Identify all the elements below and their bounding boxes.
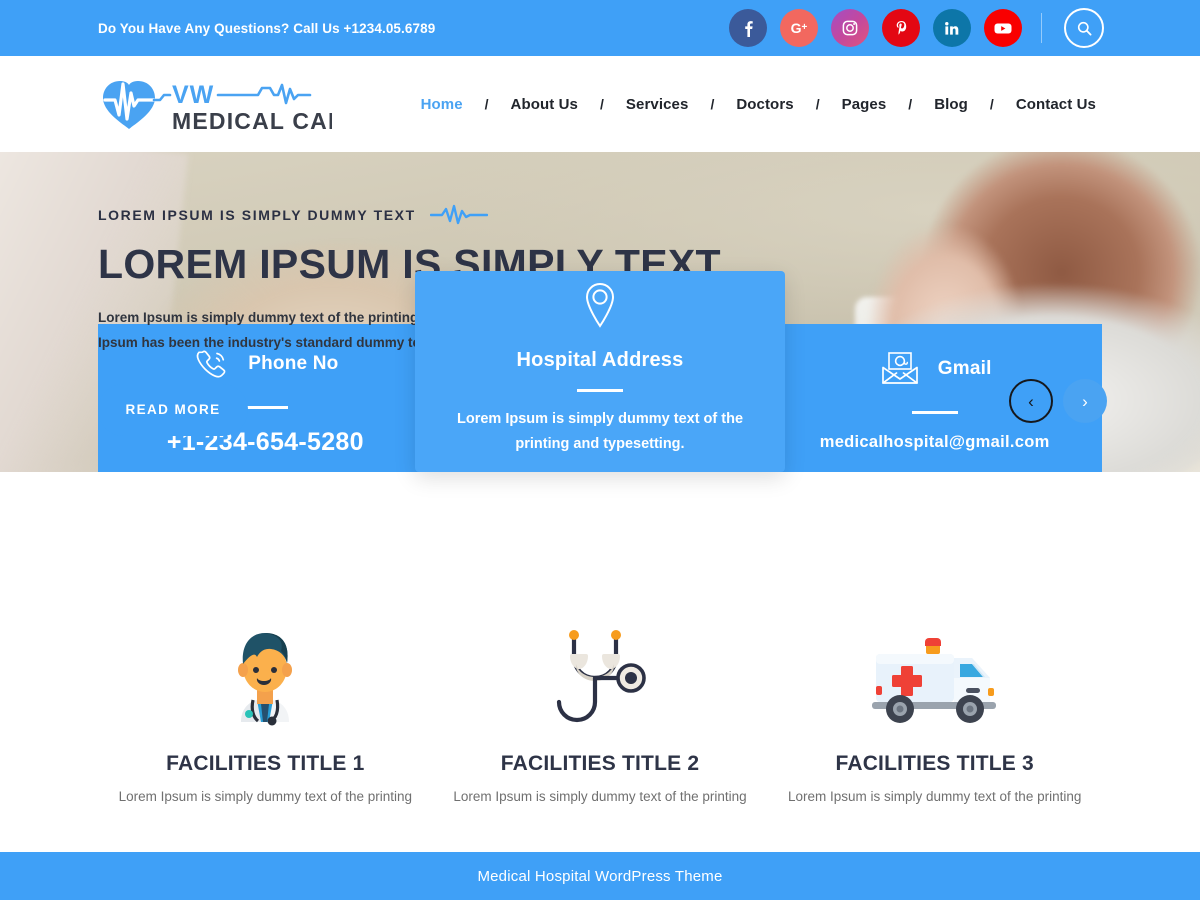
facility-text-2: Lorem Ipsum is simply dummy text of the … <box>453 789 747 804</box>
card-divider <box>577 389 623 393</box>
nav-item-about-us[interactable]: About Us <box>511 96 578 113</box>
nav-separator: / <box>908 96 913 112</box>
carousel-controls: ‹ › <box>1009 379 1107 423</box>
read-more-button[interactable]: READ MORE <box>98 383 248 436</box>
social-divider <box>1041 13 1042 43</box>
footer-text: Medical Hospital WordPress Theme <box>477 867 723 885</box>
nav-separator: / <box>989 96 994 112</box>
site-header: VW MEDICAL CARE Home / About Us / Servic… <box>0 56 1200 152</box>
svg-text:MEDICAL CARE: MEDICAL CARE <box>172 108 332 134</box>
facility-text-3: Lorem Ipsum is simply dummy text of the … <box>788 789 1082 804</box>
nav-item-contact-us[interactable]: Contact Us <box>1016 96 1096 113</box>
hero-subtitle: LOREM IPSUM IS SIMPLY DUMMY TEXT <box>98 207 416 223</box>
address-card[interactable]: Hospital Address Lorem Ipsum is simply d… <box>415 271 785 472</box>
facility-text-1: Lorem Ipsum is simply dummy text of the … <box>118 789 413 804</box>
nav-item-pages[interactable]: Pages <box>842 96 887 113</box>
svg-text:VW: VW <box>172 81 214 109</box>
nav-separator: / <box>484 96 489 112</box>
logo[interactable]: VW MEDICAL CARE <box>98 73 361 135</box>
social-links: G + <box>729 8 1104 48</box>
main-navigation: Home / About Us / Services / Doctors / P… <box>421 96 1096 113</box>
nav-separator: / <box>710 96 715 112</box>
instagram-icon[interactable] <box>831 9 869 47</box>
info-cards-section: Phone No +1-234-654-5280 Gmail medicalho… <box>0 271 1200 672</box>
hero-subtitle-row: LOREM IPSUM IS SIMPLY DUMMY TEXT <box>98 204 1200 226</box>
top-bar: Do You Have Any Questions? Call Us +1234… <box>0 0 1200 56</box>
address-card-value: Lorem Ipsum is simply dummy text of the … <box>456 411 744 452</box>
linkedin-icon[interactable] <box>933 9 971 47</box>
nav-item-blog[interactable]: Blog <box>934 96 968 113</box>
nav-item-home[interactable]: Home <box>421 96 463 113</box>
nav-separator: / <box>815 96 820 112</box>
site-footer: Medical Hospital WordPress Theme <box>0 852 1200 900</box>
carousel-next-button[interactable]: › <box>1063 379 1107 423</box>
facility-title-1: FACILITIES TITLE 1 <box>166 752 365 775</box>
contact-text: Do You Have Any Questions? Call Us +1234… <box>98 20 436 36</box>
heart-pulse-icon: VW MEDICAL CARE <box>98 73 361 135</box>
carousel-prev-button[interactable]: ‹ <box>1009 379 1053 423</box>
heartbeat-line-icon <box>429 204 488 225</box>
facility-title-3: FACILITIES TITLE 3 <box>835 752 1034 775</box>
youtube-icon[interactable] <box>984 9 1022 47</box>
search-icon[interactable] <box>1064 8 1104 48</box>
google-plus-icon[interactable]: G + <box>780 9 818 47</box>
nav-item-services[interactable]: Services <box>626 96 689 113</box>
address-card-title: Hospital Address <box>516 349 684 372</box>
nav-separator: / <box>600 96 604 112</box>
map-pin-icon <box>585 283 615 328</box>
facebook-icon[interactable] <box>729 9 767 47</box>
nav-item-doctors[interactable]: Doctors <box>736 96 793 113</box>
facility-title-2: FACILITIES TITLE 2 <box>500 752 700 775</box>
pinterest-icon[interactable] <box>882 9 920 47</box>
